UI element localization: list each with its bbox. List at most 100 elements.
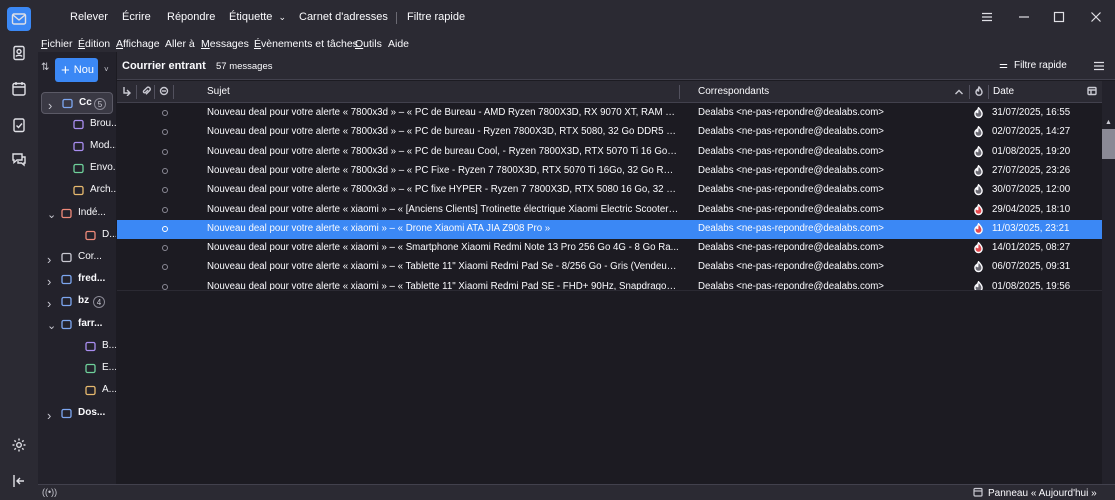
- chevron-down-icon[interactable]: ⌄: [47, 319, 56, 332]
- minimize-icon[interactable]: [1016, 9, 1032, 25]
- collapse-spaces-icon[interactable]: [7, 469, 31, 493]
- folder-item[interactable]: D...: [38, 225, 116, 247]
- column-picker-icon[interactable]: [1087, 86, 1097, 96]
- folder-item[interactable]: Brou...: [38, 114, 116, 136]
- message-correspondent: Dealabs <ne-pas-repondre@dealabs.com>: [698, 203, 884, 215]
- tag-button[interactable]: Étiquette ⌄: [229, 11, 286, 23]
- folder-item[interactable]: ⌄ Indé...: [38, 203, 116, 225]
- junk-flame-icon[interactable]: [973, 280, 984, 290]
- close-icon[interactable]: [1088, 9, 1104, 25]
- folder-item[interactable]: E...: [38, 358, 116, 380]
- chevron-down-icon[interactable]: ⌄: [47, 208, 56, 221]
- folder-label: Brou...: [90, 118, 116, 129]
- scroll-up-arrow-icon[interactable]: ▲: [1102, 119, 1115, 127]
- junk-flame-icon[interactable]: [973, 125, 984, 138]
- message-list-empty-area: [117, 290, 1102, 484]
- menu-edit[interactable]: Édition: [78, 38, 110, 50]
- folder-item[interactable]: Mod...: [38, 136, 116, 158]
- folder-item[interactable]: › Cor...: [38, 247, 116, 269]
- maximize-icon[interactable]: [1051, 9, 1067, 25]
- folder-item[interactable]: Envo...: [38, 158, 116, 180]
- read-status-icon[interactable]: [162, 148, 168, 155]
- read-status-icon[interactable]: [162, 245, 168, 252]
- calendar-space-icon[interactable]: [7, 77, 31, 101]
- message-row[interactable]: Nouveau deal pour votre alerte « xiaomi …: [117, 239, 1102, 258]
- address-book-button[interactable]: Carnet d'adresses: [299, 11, 388, 23]
- message-date: 27/07/2025, 23:26: [992, 164, 1071, 176]
- folder-item[interactable]: › Cc 5: [41, 92, 113, 114]
- junk-flame-icon[interactable]: [973, 261, 984, 273]
- date-column-header[interactable]: Date: [993, 86, 1014, 97]
- read-status-icon[interactable]: [162, 264, 168, 271]
- menu-help[interactable]: Aide: [388, 38, 409, 50]
- folder-item[interactable]: A...: [38, 380, 116, 402]
- read-status-icon[interactable]: [162, 206, 168, 213]
- menu-file[interactable]: Fichier: [41, 38, 73, 50]
- read-status-icon[interactable]: [162, 110, 168, 116]
- junk-flame-icon[interactable]: [973, 241, 984, 254]
- read-status-column-icon[interactable]: [159, 86, 169, 96]
- tasks-space-icon[interactable]: [7, 113, 31, 137]
- menu-events-tasks[interactable]: Évènements et tâches: [254, 38, 358, 50]
- get-mail-button[interactable]: Relever: [70, 11, 108, 23]
- subject-column-header[interactable]: Sujet: [207, 86, 230, 97]
- menu-messages[interactable]: Messages: [201, 38, 249, 50]
- junk-flame-icon[interactable]: [973, 145, 984, 158]
- read-status-icon[interactable]: [162, 129, 168, 136]
- folder-item[interactable]: B...: [38, 336, 116, 358]
- new-message-button[interactable]: + Nou: [55, 58, 98, 82]
- quick-filter-button[interactable]: ⚌ Filtre rapide: [999, 60, 1067, 71]
- folder-item[interactable]: › fred...: [38, 269, 116, 291]
- inbox-icon: [62, 98, 73, 109]
- chevron-right-icon[interactable]: ›: [47, 296, 51, 311]
- read-status-icon[interactable]: [162, 187, 168, 194]
- app-menu-icon[interactable]: [979, 9, 995, 25]
- chevron-right-icon[interactable]: ›: [48, 98, 52, 113]
- write-button[interactable]: Écrire: [122, 11, 151, 23]
- folder-item[interactable]: Arch...: [38, 180, 116, 202]
- junk-flame-icon[interactable]: [973, 222, 984, 235]
- chevron-right-icon[interactable]: ›: [47, 252, 51, 267]
- folder-item[interactable]: ⌄ farr...: [38, 314, 116, 336]
- message-row[interactable]: Nouveau deal pour votre alerte « xiaomi …: [117, 278, 1102, 290]
- junk-column-icon[interactable]: [974, 85, 984, 96]
- scrollbar-thumb[interactable]: [1102, 129, 1115, 159]
- message-row[interactable]: Nouveau deal pour votre alerte « xiaomi …: [117, 258, 1102, 277]
- folder-pane-options-icon[interactable]: ⇅: [41, 62, 49, 73]
- message-row[interactable]: Nouveau deal pour votre alerte « 7800x3d…: [117, 143, 1102, 162]
- read-status-icon[interactable]: [162, 167, 168, 174]
- chat-space-icon[interactable]: [7, 147, 31, 171]
- reply-button[interactable]: Répondre: [167, 11, 215, 23]
- message-row[interactable]: Nouveau deal pour votre alerte « xiaomi …: [117, 201, 1102, 220]
- menu-tools[interactable]: Outils: [355, 38, 382, 50]
- menu-view[interactable]: Affichage: [116, 38, 160, 50]
- junk-flame-icon[interactable]: [973, 203, 984, 216]
- folder-item[interactable]: › bz 4: [38, 291, 116, 313]
- message-row[interactable]: Nouveau deal pour votre alerte « 7800x3d…: [117, 162, 1102, 181]
- more-options-icon[interactable]: [1092, 59, 1106, 73]
- address-book-space-icon[interactable]: [7, 41, 31, 65]
- message-row[interactable]: Nouveau deal pour votre alerte « 7800x3d…: [117, 104, 1102, 123]
- online-status-icon[interactable]: ((•)): [42, 487, 57, 497]
- settings-gear-icon[interactable]: [7, 433, 31, 457]
- correspondents-column-header[interactable]: Correspondants: [698, 86, 769, 97]
- chevron-right-icon[interactable]: ›: [47, 408, 51, 423]
- read-status-icon[interactable]: [162, 225, 168, 232]
- junk-flame-icon[interactable]: [973, 106, 984, 119]
- message-row[interactable]: Nouveau deal pour votre alerte « 7800x3d…: [117, 181, 1102, 200]
- menu-go[interactable]: Aller à: [165, 38, 195, 50]
- mail-space-icon[interactable]: [7, 7, 31, 31]
- message-row[interactable]: Nouveau deal pour votre alerte « 7800x3d…: [117, 123, 1102, 142]
- attachment-column-icon[interactable]: [141, 86, 151, 96]
- new-menu-chevron-icon[interactable]: ˅: [104, 65, 109, 74]
- quick-filter-toolbar-button[interactable]: Filtre rapide: [407, 11, 465, 23]
- chevron-right-icon[interactable]: ›: [47, 274, 51, 289]
- folder-item[interactable]: › Dos...: [38, 403, 116, 425]
- junk-flame-icon[interactable]: [973, 164, 984, 177]
- thread-column-icon[interactable]: [122, 86, 132, 97]
- junk-flame-icon[interactable]: [973, 183, 984, 196]
- message-subject: Nouveau deal pour votre alerte « 7800x3d…: [207, 145, 679, 157]
- message-row[interactable]: Nouveau deal pour votre alerte « xiaomi …: [117, 219, 1102, 239]
- read-status-icon[interactable]: [162, 283, 168, 290]
- today-pane-toggle[interactable]: Panneau « Aujourd'hui »: [973, 487, 1097, 500]
